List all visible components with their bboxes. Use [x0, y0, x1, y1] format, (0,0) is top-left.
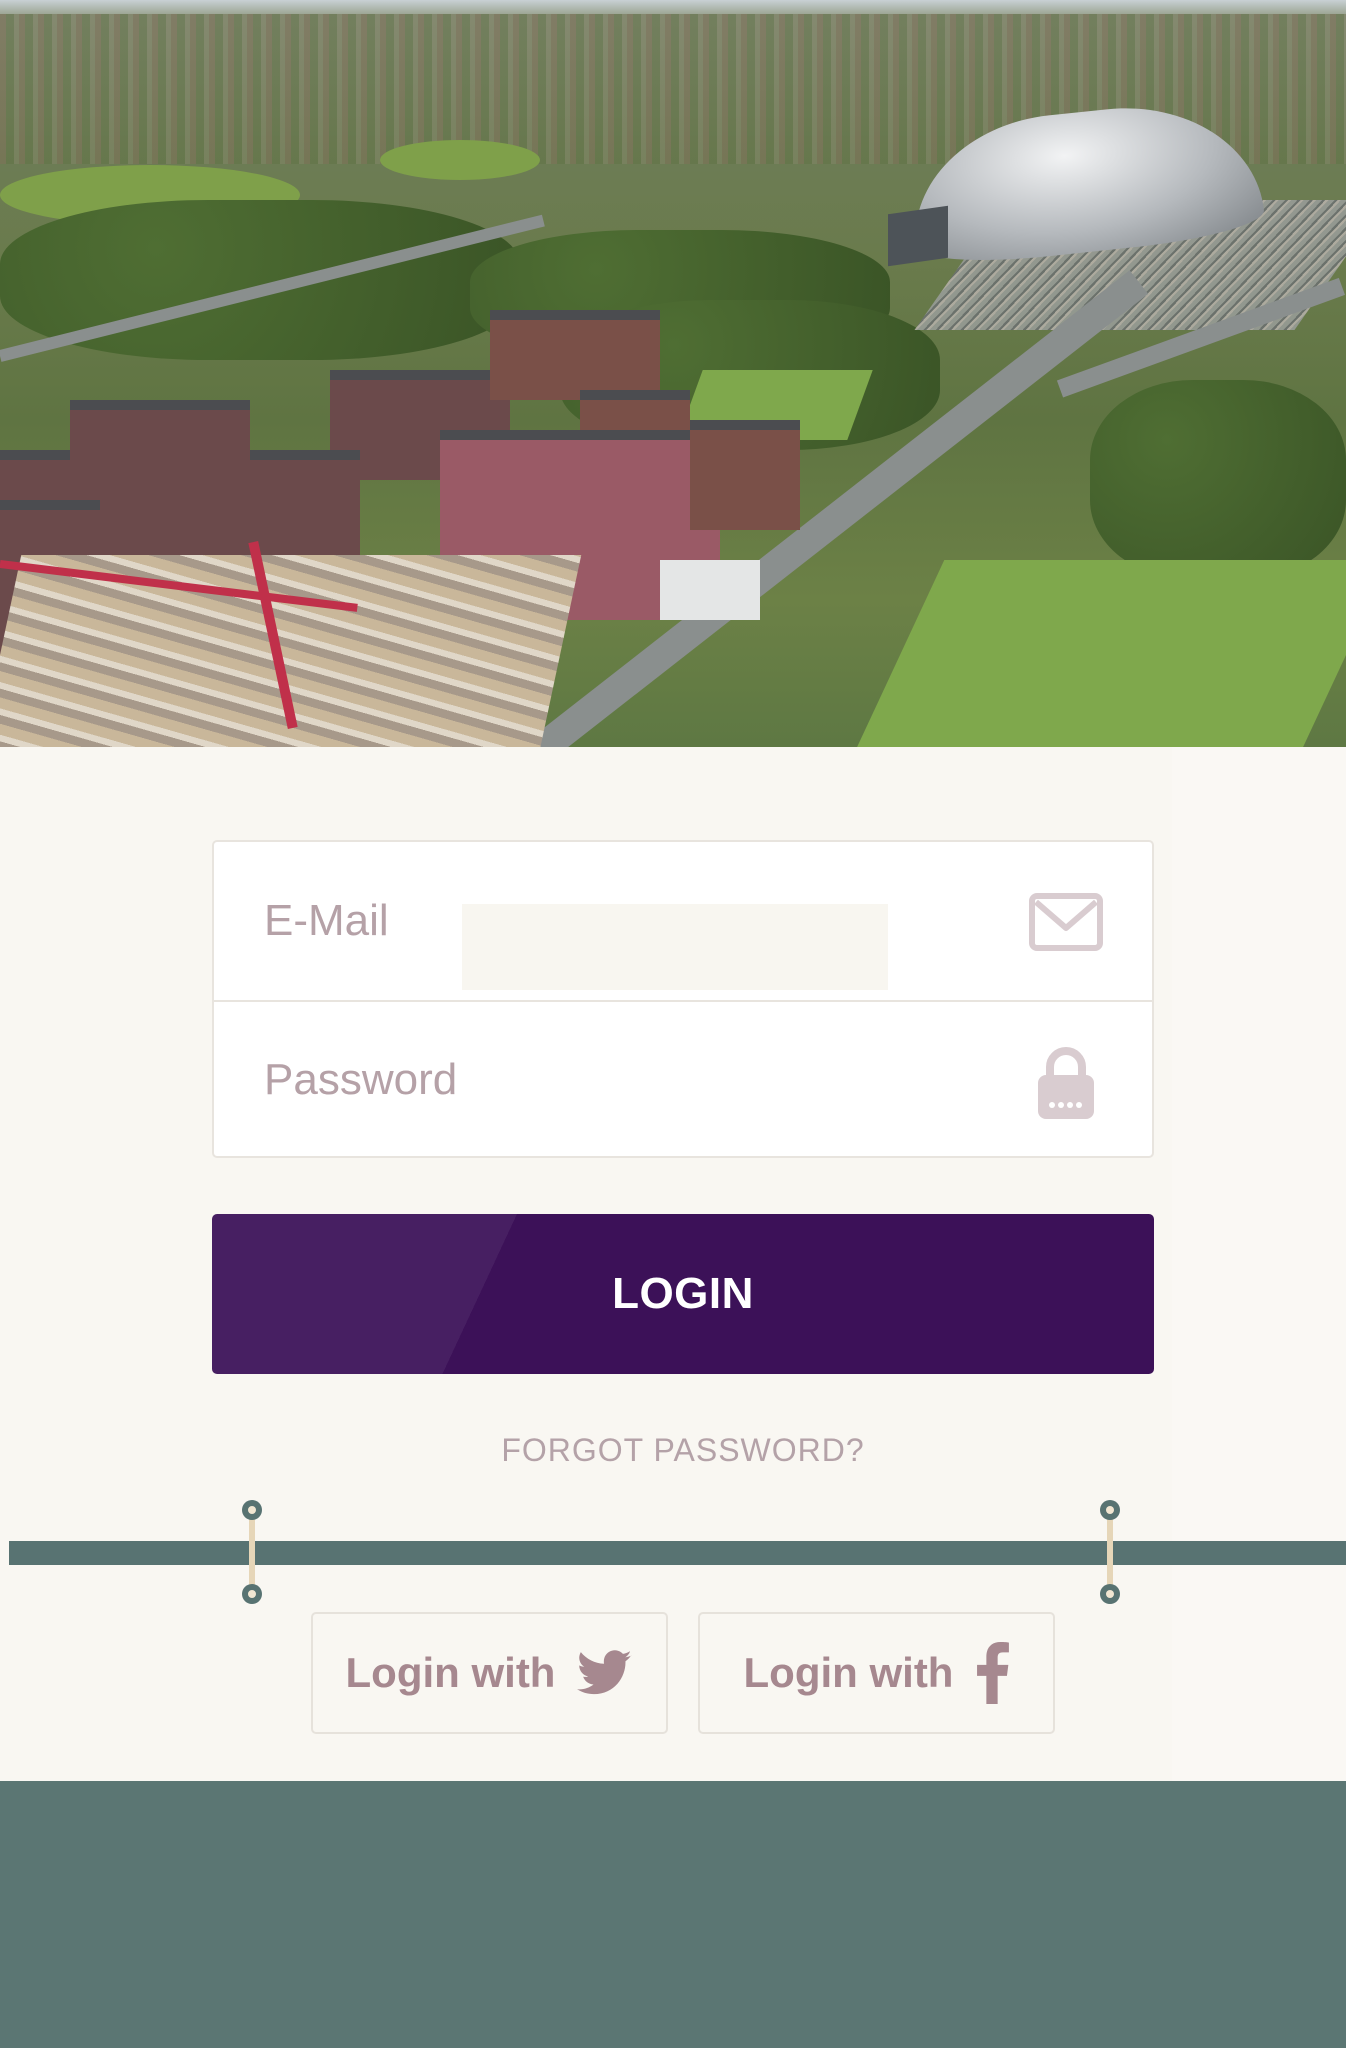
login-button[interactable]: LOGIN: [212, 1214, 1154, 1374]
hero-stadium-entrance: [888, 205, 948, 267]
facebook-button-label: Login with: [743, 1649, 954, 1696]
hero-building: [690, 420, 800, 530]
hero-white-building: [660, 560, 760, 620]
divider-pin: [1100, 1500, 1120, 1604]
login-with-facebook-button[interactable]: Login with: [698, 1612, 1055, 1734]
forgot-password-link[interactable]: FORGOT PASSWORD?: [0, 1432, 1346, 1469]
login-with-twitter-button[interactable]: Login with: [311, 1612, 668, 1734]
credentials-box: [212, 840, 1154, 1159]
twitter-button-label: Login with: [345, 1649, 556, 1696]
twitter-bird-icon: [577, 1650, 633, 1696]
hero-aerial-image: [0, 0, 1346, 747]
divider-pin: [242, 1500, 262, 1604]
padlock-icon: [1028, 1045, 1104, 1119]
email-input[interactable]: [264, 842, 1024, 1000]
password-input[interactable]: [264, 1001, 1024, 1159]
hero-building: [70, 400, 250, 470]
envelope-icon: [1028, 892, 1104, 958]
hero-lawn: [855, 560, 1346, 747]
password-row: [214, 1001, 1152, 1159]
login-panel: LOGIN FORGOT PASSWORD? Login with Login …: [0, 747, 1346, 1781]
facebook-f-icon: [975, 1642, 1010, 1704]
footer-band: [0, 1781, 1346, 2048]
hero-building: [490, 310, 660, 400]
divider-bar: [9, 1541, 1346, 1565]
panel-side-shade: [1172, 747, 1346, 1781]
hero-field: [380, 140, 540, 180]
email-row: [214, 842, 1152, 1002]
hero-tree-cluster: [1090, 380, 1346, 580]
